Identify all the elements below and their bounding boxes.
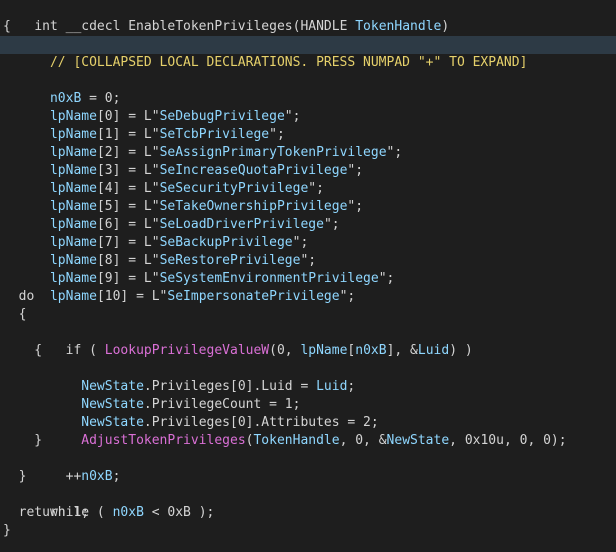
code-line[interactable]: lpName[4] = L"SeSecurityPrivilege"; [0, 162, 616, 196]
open-brace: { [3, 19, 11, 34]
code-line[interactable]: { [0, 306, 616, 324]
code-line[interactable]: ++n0xB; [0, 450, 616, 484]
code-token: } [3, 469, 27, 484]
code-line[interactable]: AdjustTokenPrivileges(TokenHandle, 0, &N… [0, 414, 616, 448]
code-line[interactable]: lpName[1] = L"SeTcbPrivilege"; [0, 108, 616, 142]
code-line[interactable]: do [0, 288, 616, 306]
code-token: } [3, 433, 43, 448]
code-line[interactable]: lpName[9] = L"SeSystemEnvironmentPrivile… [0, 252, 616, 286]
collapsed-declarations-line[interactable]: // [COLLAPSED LOCAL DECLARATIONS. PRESS … [0, 36, 616, 70]
code-line[interactable]: while ( n0xB < 0xB ); [0, 486, 616, 520]
close-brace: } [3, 523, 11, 538]
code-line[interactable]: lpName[5] = L"SeTakeOwnershipPrivilege"; [0, 180, 616, 214]
code-line[interactable]: return 1; [0, 504, 616, 522]
code-token: return 1; [3, 505, 90, 520]
code-line[interactable]: NewState.Privileges[0].Attributes = 2; [0, 396, 616, 430]
code-line[interactable]: } [0, 522, 616, 540]
code-line[interactable]: lpName[0] = L"SeDebugPrivilege"; [0, 90, 616, 124]
code-line[interactable]: lpName[10] = L"SeImpersonatePrivilege"; [0, 270, 616, 304]
code-token: { [3, 343, 43, 358]
code-line[interactable]: lpName[8] = L"SeRestorePrivilege"; [0, 234, 616, 268]
code-line[interactable]: } [0, 432, 616, 450]
code-line[interactable]: NewState.Privileges[0].Luid = Luid; [0, 360, 616, 394]
function-signature-line[interactable]: int __cdecl EnableTokenPrivileges(HANDLE… [0, 0, 616, 34]
code-line[interactable]: lpName[7] = L"SeBackupPrivilege"; [0, 216, 616, 250]
code-line[interactable]: if ( LookupPrivilegeValueW(0, lpName[n0x… [0, 324, 616, 358]
decompiler-code-view[interactable]: int __cdecl EnableTokenPrivileges(HANDLE… [0, 0, 616, 540]
code-line[interactable]: lpName[6] = L"SeLoadDriverPrivilege"; [0, 198, 616, 232]
code-line[interactable]: n0xB = 0; [0, 72, 616, 106]
code-line[interactable]: NewState.PrivilegeCount = 1; [0, 378, 616, 412]
code-line[interactable]: { [0, 18, 616, 36]
code-token: do [3, 289, 35, 304]
code-line[interactable]: { [0, 342, 616, 360]
code-token: { [3, 307, 27, 322]
code-line[interactable]: lpName[2] = L"SeAssignPrimaryTokenPrivil… [0, 126, 616, 160]
code-line[interactable]: } [0, 468, 616, 486]
code-line[interactable]: lpName[3] = L"SeIncreaseQuotaPrivilege"; [0, 144, 616, 178]
